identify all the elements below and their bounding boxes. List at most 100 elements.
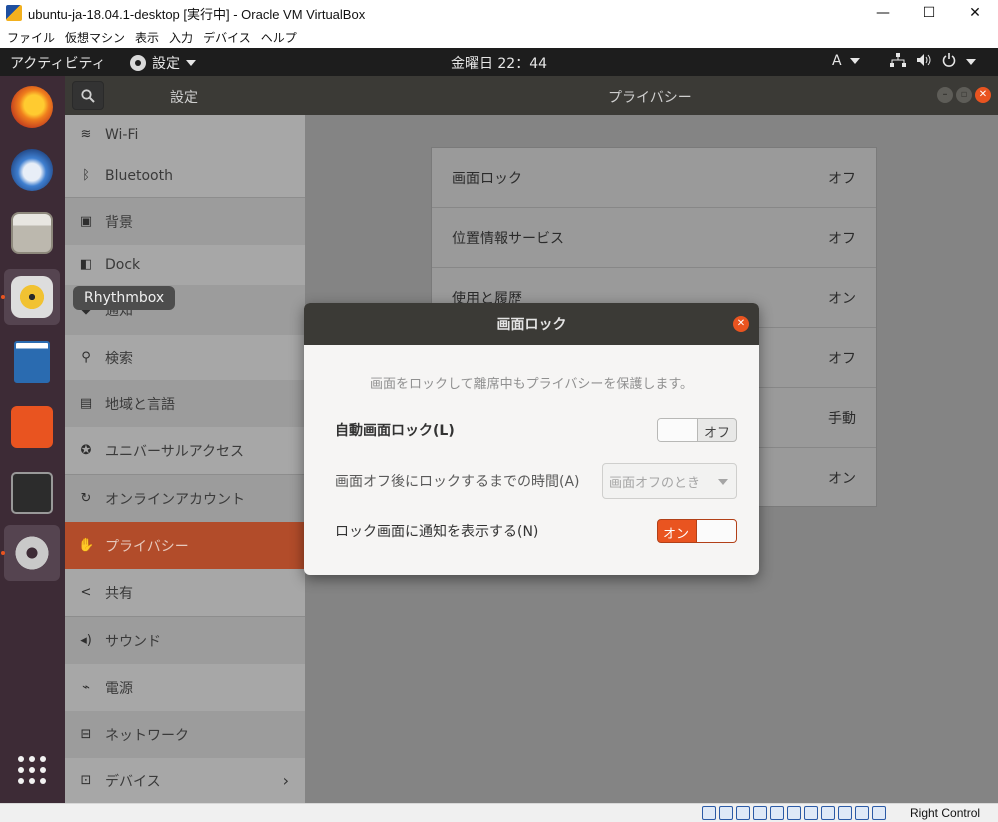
- network-adapter-icon[interactable]: [753, 806, 767, 820]
- sidebar-item-privacy[interactable]: ✋ プライバシー: [65, 522, 305, 569]
- privacy-row-screen-lock[interactable]: 画面ロック オフ: [432, 148, 876, 208]
- auto-lock-label: 自動画面ロック(L): [335, 423, 455, 439]
- row-value: オフ: [828, 170, 856, 187]
- chevron-down-icon: [718, 479, 728, 485]
- input-method-indicator[interactable]: A: [832, 53, 860, 69]
- menu-view[interactable]: 表示: [135, 29, 159, 46]
- sidebar-item-label: 検索: [105, 350, 133, 367]
- search-button[interactable]: [72, 81, 104, 110]
- recording-icon[interactable]: [821, 806, 835, 820]
- sidebar-item-label: ユニバーサルアクセス: [105, 443, 245, 460]
- privacy-row-location[interactable]: 位置情報サービス オフ: [432, 208, 876, 268]
- menu-input[interactable]: 入力: [169, 29, 193, 46]
- apps-grid-icon: [18, 756, 46, 784]
- dock-settings[interactable]: [4, 525, 60, 581]
- close-button[interactable]: ✕: [952, 0, 998, 26]
- sidebar-item-sound[interactable]: ◂) サウンド: [65, 617, 305, 664]
- sidebar-item-label: 共有: [105, 585, 133, 602]
- dock-thunderbird[interactable]: [4, 142, 60, 198]
- dialog-header: 画面ロック ✕: [304, 303, 759, 345]
- dialog-description: 画面をロックして離席中もプライバシーを保護します。: [369, 377, 694, 392]
- row-value: オン: [828, 471, 856, 487]
- host-key-label: Right Control: [910, 806, 981, 820]
- sidebar-item-label: オンラインアカウント: [105, 491, 245, 508]
- row-label: 位置情報サービス: [452, 230, 564, 247]
- terminal-icon: [11, 472, 53, 514]
- sidebar-item-network[interactable]: ⊟ ネットワーク: [65, 711, 305, 758]
- keyboard-icon[interactable]: [872, 806, 886, 820]
- audio-icon[interactable]: [736, 806, 750, 820]
- power-icon: ⌁: [82, 679, 90, 695]
- sidebar-item-online-accounts[interactable]: ↻ オンラインアカウント: [65, 475, 305, 522]
- maximize-icon[interactable]: ▫: [956, 87, 972, 103]
- menu-help[interactable]: ヘルプ: [261, 29, 297, 46]
- optical-drive-icon[interactable]: [719, 806, 733, 820]
- thunderbird-icon: [11, 149, 53, 191]
- switch-state: オン: [663, 527, 690, 542]
- maximize-button[interactable]: ☐: [906, 0, 952, 26]
- vbox-device-icons: [702, 806, 886, 820]
- show-applications-button[interactable]: [4, 742, 60, 798]
- host-window-title: ubuntu-ja-18.04.1-desktop [実行中] - Oracle…: [28, 6, 366, 22]
- accessibility-icon: ✪: [80, 442, 92, 458]
- row-label: 画面ロック: [452, 170, 522, 187]
- row-value: オフ: [828, 350, 856, 367]
- sidebar-item-sharing[interactable]: < 共有: [65, 569, 305, 616]
- sidebar-item-bluetooth[interactable]: ᛒ Bluetooth: [65, 155, 305, 197]
- sidebar-item-label: Bluetooth: [105, 168, 173, 184]
- window-controls: – ▫ ✕: [937, 87, 991, 103]
- dock-ubuntu-software[interactable]: [4, 399, 60, 455]
- dock-writer[interactable]: [4, 334, 60, 390]
- menu-devices[interactable]: デバイス: [203, 29, 251, 46]
- running-indicator: [1, 551, 5, 555]
- lock-delay-dropdown[interactable]: 画面オフのとき: [602, 463, 737, 499]
- display-icon[interactable]: [804, 806, 818, 820]
- dock-files[interactable]: [4, 205, 60, 261]
- sidebar-item-power[interactable]: ⌁ 電源: [65, 664, 305, 711]
- sidebar-item-label: Dock: [105, 257, 141, 273]
- system-menu[interactable]: [890, 53, 976, 71]
- auto-lock-switch[interactable]: オフ: [657, 418, 737, 442]
- firefox-icon: [11, 86, 53, 128]
- host-menubar: ファイル 仮想マシン 表示 入力 デバイス ヘルプ: [0, 26, 998, 48]
- minimize-icon[interactable]: –: [937, 87, 953, 103]
- mouse-integration-icon[interactable]: [855, 806, 869, 820]
- dock-terminal[interactable]: [4, 465, 60, 521]
- sidebar-item-search[interactable]: ⚲ 検索: [65, 335, 305, 380]
- sidebar-item-label: サウンド: [105, 633, 161, 650]
- auto-lock-row: 自動画面ロック(L) オフ: [335, 418, 737, 442]
- network-icon: ⊟: [80, 726, 92, 742]
- sidebar-item-wifi[interactable]: ≋ Wi-Fi: [65, 115, 305, 155]
- sidebar-item-dock[interactable]: ◧ Dock: [65, 245, 305, 285]
- hard-disk-icon[interactable]: [702, 806, 716, 820]
- lock-notifications-switch[interactable]: オン: [657, 519, 737, 543]
- search-icon: ⚲: [81, 349, 91, 365]
- sidebar-item-accessibility[interactable]: ✪ ユニバーサルアクセス: [65, 427, 305, 474]
- background-icon: ▣: [79, 213, 93, 229]
- sidebar-item-label: ネットワーク: [105, 727, 189, 744]
- ubuntu-dock: [0, 76, 65, 803]
- dock-tooltip: Rhythmbox: [73, 286, 176, 310]
- dock-firefox[interactable]: [4, 79, 60, 135]
- sidebar-item-background[interactable]: ▣ 背景: [65, 198, 305, 245]
- shared-folders-icon[interactable]: [787, 806, 801, 820]
- menu-file[interactable]: ファイル: [7, 29, 55, 46]
- sound-icon: ◂): [80, 632, 92, 648]
- host-window-controls: — ☐ ✕: [860, 0, 998, 26]
- menu-machine[interactable]: 仮想マシン: [65, 29, 125, 46]
- lock-delay-row: 画面オフ後にロックするまでの時間(A) 画面オフのとき: [335, 463, 737, 499]
- ubuntu-software-icon: [11, 406, 53, 448]
- sidebar-item-devices[interactable]: ⊡ デバイス ›: [65, 758, 305, 803]
- minimize-button[interactable]: —: [860, 0, 906, 26]
- sidebar-item-region[interactable]: ▤ 地域と言語: [65, 380, 305, 427]
- dock-rhythmbox[interactable]: [4, 269, 60, 325]
- sidebar-item-label: 背景: [105, 214, 133, 231]
- settings-sidebar: ≋ Wi-Fi ᛒ Bluetooth ▣ 背景 ◧ Dock ◆ 通知 ⚲ 検…: [65, 115, 305, 803]
- usb-icon[interactable]: [770, 806, 784, 820]
- close-icon[interactable]: ✕: [733, 316, 749, 332]
- chevron-down-icon: [849, 58, 860, 64]
- lock-notifications-label: ロック画面に通知を表示する(N): [335, 524, 539, 540]
- row-value: オン: [828, 290, 856, 307]
- vt-x-icon[interactable]: [838, 806, 852, 820]
- close-icon[interactable]: ✕: [975, 87, 991, 103]
